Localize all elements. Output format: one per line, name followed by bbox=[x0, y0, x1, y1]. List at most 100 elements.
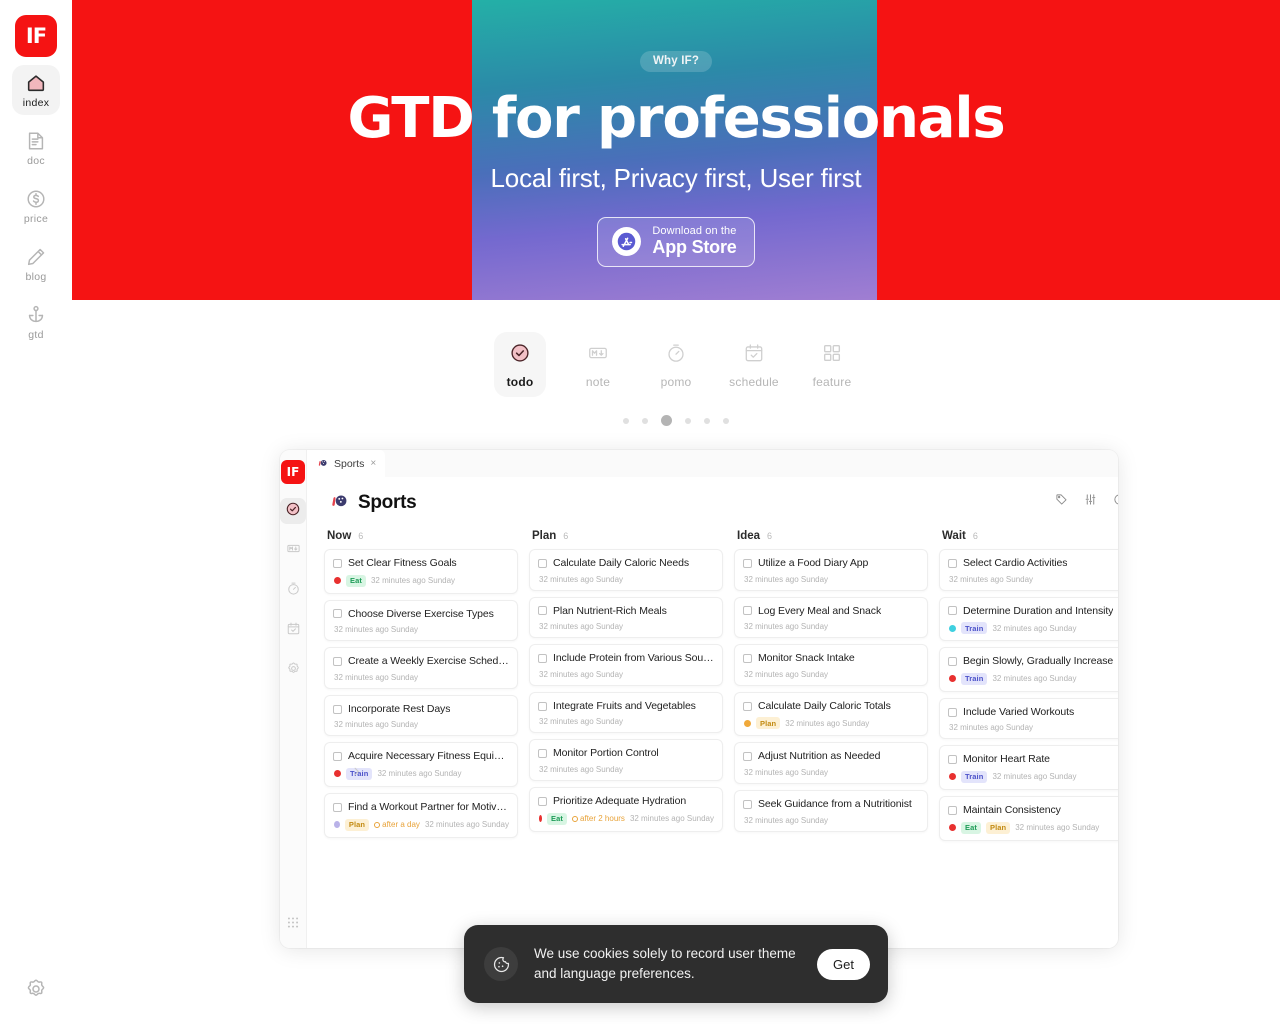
task-checkbox[interactable] bbox=[538, 558, 547, 568]
grid-dots-icon[interactable] bbox=[287, 916, 300, 934]
task-card[interactable]: Calculate Daily Caloric Totals Plan 32 min… bbox=[734, 691, 928, 737]
priority-dot bbox=[744, 719, 751, 727]
task-tag[interactable]: Eat bbox=[346, 574, 366, 587]
task-tag[interactable]: Train bbox=[961, 770, 988, 783]
carousel-dot[interactable] bbox=[685, 417, 691, 424]
board-toolbar bbox=[1055, 493, 1118, 511]
task-checkbox[interactable] bbox=[333, 802, 342, 812]
chevron-right-icon[interactable] bbox=[349, 759, 363, 783]
task-checkbox[interactable] bbox=[333, 609, 342, 619]
sidebar-item-price[interactable]: price bbox=[12, 181, 60, 231]
app-sidebar-item-note[interactable] bbox=[280, 538, 306, 564]
app-sidebar-item-settings[interactable] bbox=[280, 658, 306, 684]
cookie-accept-button[interactable]: Get bbox=[817, 948, 870, 980]
why-if-badge[interactable]: Why IF? bbox=[639, 51, 713, 72]
task-card[interactable]: Plan Nutrient-Rich Meals 32 minutes ago S… bbox=[529, 596, 723, 639]
tab-feature[interactable]: feature bbox=[806, 332, 858, 397]
task-meta: Eat 32 minutes ago Sunday bbox=[333, 574, 509, 587]
task-card[interactable]: Select Cardio Activities 32 minutes ago S… bbox=[939, 549, 1118, 591]
task-tag[interactable]: Eat bbox=[961, 821, 981, 834]
task-tag[interactable]: Train bbox=[961, 672, 988, 685]
task-checkbox[interactable] bbox=[743, 606, 752, 616]
task-checkbox[interactable] bbox=[743, 558, 752, 568]
task-checkbox[interactable] bbox=[743, 752, 752, 762]
app-store-download-button[interactable]: Download on the App Store bbox=[597, 216, 755, 268]
task-card[interactable]: Choose Diverse Exercise Types 32 minutes … bbox=[324, 599, 518, 642]
info-circle-icon[interactable] bbox=[1113, 493, 1118, 511]
task-card[interactable]: Find a Workout Partner for Motivation Pla… bbox=[324, 792, 518, 838]
task-checkbox[interactable] bbox=[333, 656, 342, 666]
task-checkbox[interactable] bbox=[743, 653, 752, 663]
task-tag[interactable]: Plan bbox=[344, 818, 370, 831]
task-checkbox[interactable] bbox=[333, 558, 342, 568]
cta-text: App Store bbox=[652, 236, 737, 257]
sidebar-item-gtd[interactable]: gtd bbox=[12, 297, 60, 347]
sidebar-item-index[interactable]: index bbox=[12, 65, 60, 115]
task-checkbox[interactable] bbox=[538, 653, 547, 663]
sidebar-item-doc[interactable]: doc bbox=[12, 123, 60, 173]
tab-note[interactable]: note bbox=[572, 332, 624, 397]
task-card[interactable]: Monitor Heart Rate Train 32 minutes ago Su… bbox=[939, 745, 1118, 790]
task-checkbox[interactable] bbox=[948, 755, 957, 765]
task-card[interactable]: Integrate Fruits and Vegetables 32 minute… bbox=[529, 691, 723, 734]
task-title: Create a Weekly Exercise Schedule bbox=[348, 655, 509, 668]
task-card[interactable]: Set Clear Fitness Goals Eat 32 minutes ago… bbox=[324, 549, 518, 594]
carousel-dot[interactable] bbox=[661, 415, 672, 426]
app-sidebar-item-schedule[interactable] bbox=[280, 618, 306, 644]
task-checkbox[interactable] bbox=[538, 749, 547, 759]
task-tag[interactable]: Eat bbox=[547, 812, 568, 825]
task-title: Adjust Nutrition as Needed bbox=[758, 750, 881, 763]
task-card[interactable]: Monitor Portion Control 32 minutes ago Su… bbox=[529, 739, 723, 781]
tab-schedule[interactable]: schedule bbox=[728, 332, 780, 397]
task-title: Determine Duration and Intensity bbox=[963, 604, 1114, 617]
task-meta: 32 minutes ago Sunday bbox=[538, 717, 714, 726]
task-card[interactable]: Seek Guidance from a Nutritionist 32 minu… bbox=[734, 789, 928, 832]
task-card[interactable]: Include Protein from Various Sources 32 m… bbox=[529, 644, 723, 686]
task-card[interactable]: Maintain Consistency Eat Plan 32 minutes ag… bbox=[939, 795, 1118, 841]
task-card[interactable]: Prioritize Adequate Hydration Eat after 2 … bbox=[529, 786, 723, 832]
carousel-dot[interactable] bbox=[704, 417, 710, 424]
settings-button[interactable] bbox=[24, 977, 48, 1006]
task-checkbox[interactable] bbox=[743, 799, 752, 809]
task-checkbox[interactable] bbox=[948, 707, 957, 717]
task-checkbox[interactable] bbox=[333, 704, 342, 714]
task-card[interactable]: Create a Weekly Exercise Schedule 32 minu… bbox=[324, 647, 518, 689]
task-card[interactable]: Log Every Meal and Snack 32 minutes ago S… bbox=[734, 596, 928, 639]
task-card[interactable]: Incorporate Rest Days 32 minutes ago Sund… bbox=[324, 694, 518, 737]
task-checkbox[interactable] bbox=[333, 752, 342, 762]
task-checkbox[interactable] bbox=[948, 606, 957, 616]
task-checkbox[interactable] bbox=[743, 701, 752, 711]
task-card[interactable]: Include Varied Workouts 32 minutes ago Su… bbox=[939, 697, 1118, 740]
carousel-dot[interactable] bbox=[723, 417, 729, 424]
task-card[interactable]: Determine Duration and Intensity Train 32 … bbox=[939, 596, 1118, 642]
task-card[interactable]: Utilize a Food Diary App 32 minutes ago S… bbox=[734, 549, 928, 591]
task-checkbox[interactable] bbox=[538, 701, 547, 711]
task-checkbox[interactable] bbox=[948, 656, 957, 666]
task-checkbox[interactable] bbox=[948, 558, 957, 568]
task-tag[interactable]: Plan bbox=[756, 717, 781, 730]
carousel-dot[interactable] bbox=[642, 417, 648, 424]
task-card[interactable]: Begin Slowly, Gradually Increase Train 32 … bbox=[939, 647, 1118, 692]
brand-logo[interactable]: IF bbox=[15, 15, 57, 57]
task-checkbox[interactable] bbox=[538, 606, 547, 616]
task-checkbox[interactable] bbox=[538, 796, 547, 806]
task-checkbox[interactable] bbox=[948, 805, 957, 815]
column-count: 6 bbox=[767, 531, 773, 541]
sidebar-item-blog[interactable]: blog bbox=[12, 239, 60, 289]
app-tab-sports[interactable]: Sports × bbox=[307, 450, 386, 477]
task-card[interactable]: Monitor Snack Intake 32 minutes ago Sunda… bbox=[734, 644, 928, 686]
filter-sliders-icon[interactable] bbox=[1084, 493, 1097, 511]
task-meta: Train 32 minutes ago Sunday bbox=[948, 622, 1118, 635]
task-tag[interactable]: Plan bbox=[985, 821, 1011, 834]
tab-todo[interactable]: todo bbox=[494, 332, 546, 397]
close-icon[interactable]: × bbox=[370, 458, 376, 469]
carousel-dot[interactable] bbox=[623, 417, 629, 424]
task-card[interactable]: Adjust Nutrition as Needed 32 minutes ago… bbox=[734, 742, 928, 784]
sidebar-label-blog: blog bbox=[25, 270, 47, 283]
tab-pomo[interactable]: pomo bbox=[650, 332, 702, 397]
task-card[interactable]: Calculate Daily Caloric Needs 32 minutes … bbox=[529, 549, 723, 591]
app-sidebar-item-pomo[interactable] bbox=[280, 578, 306, 604]
tag-icon[interactable] bbox=[1055, 493, 1068, 511]
task-tag[interactable]: Train bbox=[961, 622, 988, 635]
app-sidebar-item-todo[interactable] bbox=[280, 498, 306, 524]
